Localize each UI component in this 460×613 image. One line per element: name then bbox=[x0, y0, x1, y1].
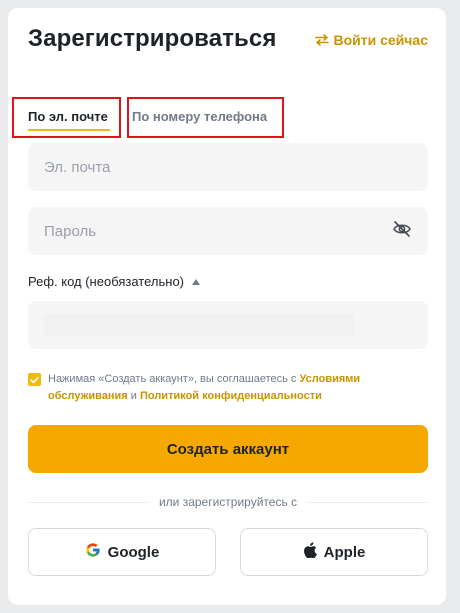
signup-card: Зарегистрироваться Войти сейчас По эл. п… bbox=[8, 8, 446, 605]
consent-text-before: Нажимая «Создать аккаунт», вы соглашаете… bbox=[48, 373, 300, 385]
caret-up-icon bbox=[192, 278, 200, 285]
referral-code-value bbox=[44, 314, 354, 336]
password-placeholder: Пароль bbox=[44, 222, 97, 240]
page-title: Зарегистрироваться bbox=[28, 25, 277, 52]
google-signup-button[interactable]: Google bbox=[28, 528, 216, 576]
referral-code-toggle[interactable]: Реф. код (необязательно) bbox=[28, 274, 200, 289]
email-field[interactable]: Эл. почта bbox=[28, 143, 428, 191]
consent-text: Нажимая «Создать аккаунт», вы соглашаете… bbox=[48, 371, 428, 405]
social-divider: или зарегистрируйтесь с bbox=[28, 493, 428, 511]
tab-email-label: По эл. почте bbox=[28, 109, 108, 124]
login-now-label: Войти сейчас bbox=[333, 32, 429, 48]
header: Зарегистрироваться Войти сейчас bbox=[8, 8, 446, 72]
tab-phone-label: По номеру телефона bbox=[132, 109, 268, 124]
active-tab-underline bbox=[28, 129, 110, 131]
signup-method-tabs: По эл. почте По номеру телефона bbox=[8, 88, 446, 138]
google-icon bbox=[85, 542, 101, 562]
eye-slash-icon[interactable] bbox=[392, 220, 412, 242]
tab-email[interactable]: По эл. почте bbox=[12, 97, 121, 138]
divider-line-left bbox=[28, 501, 149, 503]
privacy-policy-link[interactable]: Политикой конфиденциальности bbox=[140, 390, 322, 402]
create-account-button[interactable]: Создать аккаунт bbox=[28, 425, 428, 473]
google-label: Google bbox=[107, 543, 160, 561]
email-placeholder: Эл. почта bbox=[44, 158, 111, 176]
consent-checkbox[interactable] bbox=[28, 373, 41, 386]
checkmark-icon bbox=[30, 376, 39, 383]
referral-code-input[interactable] bbox=[28, 301, 428, 349]
divider-line-right bbox=[307, 501, 428, 503]
divider-text: или зарегистрируйтесь с bbox=[158, 495, 298, 509]
apple-signup-button[interactable]: Apple bbox=[240, 528, 428, 576]
swap-arrows-icon bbox=[314, 34, 329, 46]
apple-icon bbox=[303, 542, 317, 562]
login-now-link[interactable]: Войти сейчас bbox=[314, 32, 429, 48]
consent-text-middle: и bbox=[127, 390, 140, 402]
tab-phone[interactable]: По номеру телефона bbox=[127, 97, 284, 138]
apple-label: Apple bbox=[323, 543, 366, 561]
referral-code-label: Реф. код (необязательно) bbox=[28, 274, 184, 289]
password-field[interactable]: Пароль bbox=[28, 207, 428, 255]
terms-consent: Нажимая «Создать аккаунт», вы соглашаете… bbox=[28, 371, 428, 405]
